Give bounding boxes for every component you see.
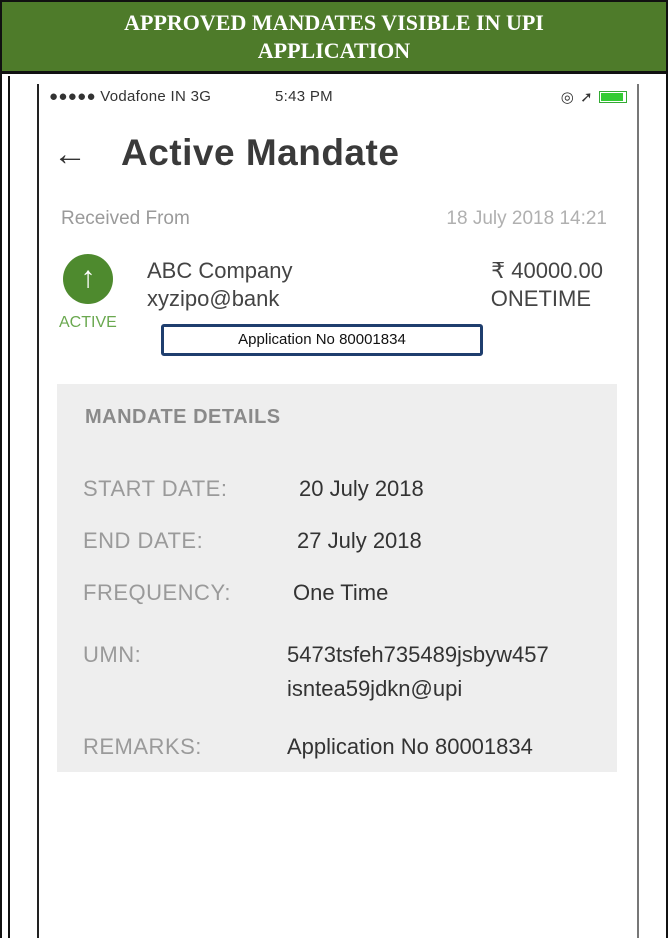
received-from-label: Received From	[61, 208, 190, 229]
phone-screenshot: ●●●●● Vodafone IN 3G 5:43 PM ◎ ➚ ← Activ…	[37, 84, 639, 938]
remarks-value: Application No 80001834	[287, 734, 533, 759]
start-date-value: 20 July 2018	[299, 476, 424, 501]
battery-icon	[599, 91, 627, 103]
frequency-label: FREQUENCY:	[83, 580, 232, 605]
received-date: 18 July 2018 14:21	[446, 208, 607, 229]
payee-vpa: xyzipo@bank	[147, 286, 280, 311]
back-arrow-icon[interactable]: ←	[53, 134, 87, 174]
payee-name: ABC Company	[147, 258, 293, 283]
table-border-left	[8, 76, 10, 938]
umn-label: UMN:	[83, 642, 142, 667]
end-date-label: END DATE:	[83, 528, 204, 553]
status-bar: ●●●●● Vodafone IN 3G 5:43 PM ◎ ➚	[49, 88, 627, 110]
page-banner: APPROVED MANDATES VISIBLE IN UPI APPLICA…	[2, 2, 666, 74]
location-icon: ➚	[580, 89, 593, 106]
umn-value: 5473tsfeh735489jsbyw457	[287, 642, 549, 667]
status-icons: ◎ ➚	[561, 88, 627, 106]
frequency-value: One Time	[293, 580, 389, 605]
up-arrow-icon: ↑	[63, 254, 113, 304]
application-number-highlight: Application No 80001834	[161, 324, 483, 356]
start-date-label: START DATE:	[83, 476, 228, 501]
alarm-icon: ◎	[560, 89, 575, 106]
status-badge: ACTIVE	[59, 314, 117, 331]
end-date-value: 27 July 2018	[297, 528, 422, 553]
banner-title: APPROVED MANDATES VISIBLE IN UPI APPLICA…	[124, 9, 544, 63]
carrier-label: ●●●●● Vodafone IN 3G	[49, 88, 212, 105]
umn-value-line2: isntea59jdkn@upi	[287, 676, 463, 701]
details-heading: MANDATE DETAILS	[85, 406, 281, 428]
status-time: 5:43 PM	[275, 88, 333, 105]
remarks-label: REMARKS:	[83, 734, 202, 759]
page-title: Active Mandate	[121, 132, 400, 173]
frequency-tag: ONETIME	[490, 286, 591, 311]
mandate-details-card: MANDATE DETAILS START DATE: 20 July 2018…	[57, 384, 617, 772]
mandate-amount: ₹ 40000.00	[491, 258, 603, 283]
